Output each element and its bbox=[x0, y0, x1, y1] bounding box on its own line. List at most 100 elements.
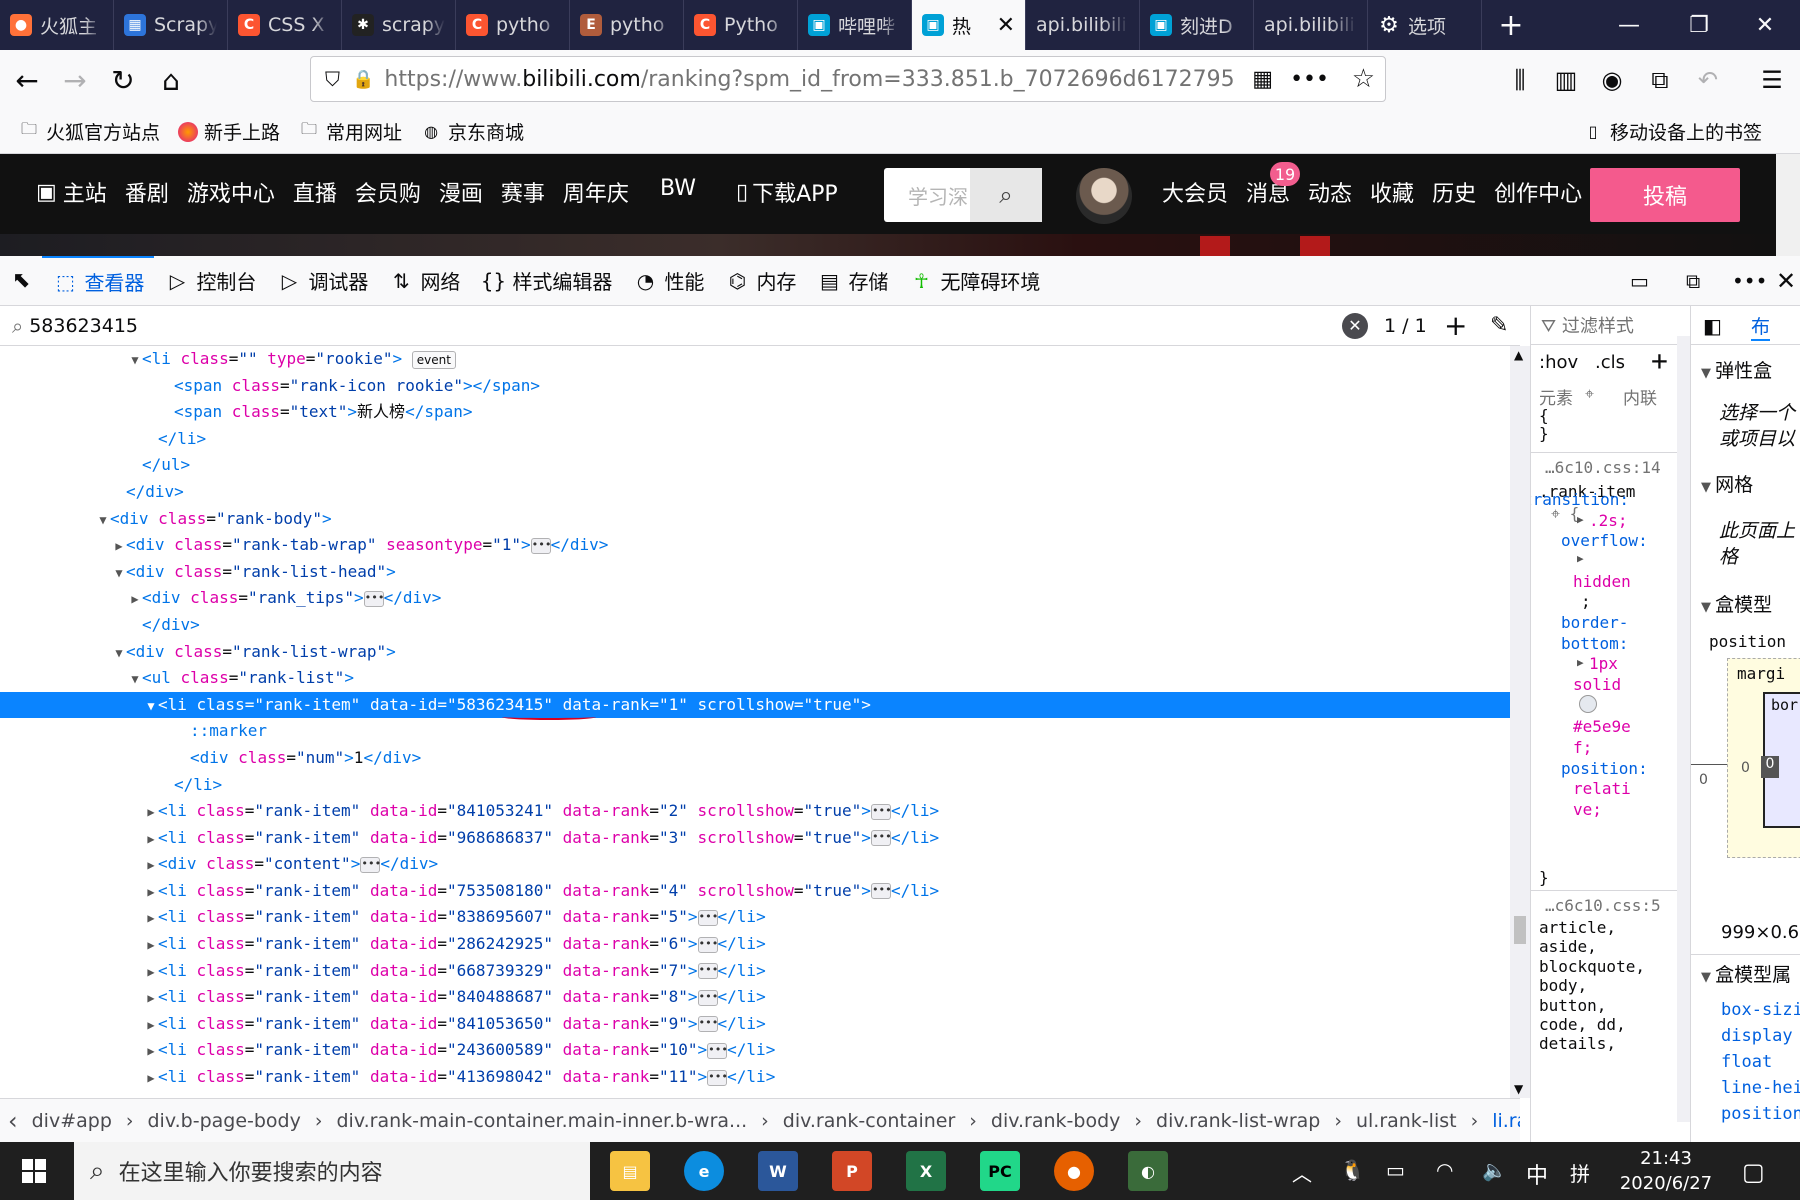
tab-layout[interactable]: 布 bbox=[1751, 312, 1771, 341]
tab-inspector[interactable]: ⬚ 查看器 bbox=[42, 255, 155, 306]
bookmark-star-icon[interactable]: ☆ bbox=[1352, 64, 1375, 94]
declaration-token[interactable]: border- bbox=[1561, 613, 1628, 632]
add-node-icon[interactable]: + bbox=[1444, 309, 1467, 342]
breadcrumb-item[interactable]: div.rank-list-wrap bbox=[1156, 1110, 1320, 1132]
url-text[interactable]: https://www.bilibili.com/ranking?spm_id_… bbox=[384, 67, 1234, 92]
markup-node[interactable]: <span class="text">新人榜</span> bbox=[0, 399, 1510, 426]
collapsed-children-icon[interactable]: ••• bbox=[697, 909, 718, 926]
library-icon[interactable]: ⫼ bbox=[1500, 60, 1540, 100]
tab-accessibility[interactable]: ☥ 无障碍环境 bbox=[898, 256, 1050, 306]
expand-value-icon[interactable]: ▶ bbox=[1577, 513, 1584, 526]
declaration-token[interactable]: overflow: bbox=[1561, 531, 1648, 550]
scroll-thumb[interactable] bbox=[1514, 916, 1526, 944]
expand-twisty-icon[interactable]: ▶ bbox=[144, 1012, 158, 1039]
tab-6[interactable]: C Pytho bbox=[684, 0, 798, 50]
tab-storage[interactable]: ▤ 存储 bbox=[806, 256, 898, 306]
markup-node[interactable]: ▶ <div class="rank_tips">•••</div> bbox=[0, 585, 1510, 612]
expand-twisty-icon[interactable]: ▶ bbox=[144, 985, 158, 1012]
element-picker-icon[interactable]: ⬉ bbox=[0, 256, 42, 306]
breadcrumb-item[interactable]: div.b-page-body bbox=[148, 1110, 301, 1132]
site-nav-item[interactable]: 主站 bbox=[63, 176, 107, 208]
rule-source-link[interactable]: …c6c10.css:5 bbox=[1545, 896, 1661, 915]
markup-node[interactable]: ▼ <ul class="rank-list"> bbox=[0, 665, 1510, 692]
scroll-down-icon[interactable]: ▼ bbox=[1514, 1082, 1523, 1096]
declaration-token[interactable]: solid bbox=[1573, 675, 1621, 694]
tab-11[interactable]: api.bilibili bbox=[1254, 0, 1368, 50]
breadcrumb-item[interactable]: div.rank-main-container.main-inner.b-wra… bbox=[336, 1110, 747, 1132]
collapsed-children-icon[interactable]: ••• bbox=[870, 803, 892, 820]
markup-node[interactable]: ▼ <li class="" type="rookie"> event bbox=[0, 346, 1510, 373]
clear-search-icon[interactable]: ✕ bbox=[1342, 312, 1368, 339]
restore-icon[interactable]: ❐ bbox=[1664, 0, 1734, 50]
tab-8[interactable]: ▣ 热 ✕ bbox=[912, 0, 1026, 50]
inspector-search-input[interactable] bbox=[29, 314, 1230, 337]
declaration-token[interactable]: hidden bbox=[1573, 572, 1631, 591]
split-console-icon[interactable]: ⧉ bbox=[1676, 256, 1710, 306]
markup-node[interactable]: </div> bbox=[0, 479, 1510, 506]
hov-toggle[interactable]: :hov bbox=[1539, 352, 1578, 373]
tab-console[interactable]: ▷ 控制台 bbox=[154, 256, 266, 306]
grid-section[interactable]: ▼ 网格 bbox=[1701, 470, 1753, 497]
box-props-section[interactable]: ▼ 盒模型属 bbox=[1701, 960, 1791, 987]
markup-node[interactable]: ▶ <div class="content">•••</div> bbox=[0, 851, 1510, 878]
breadcrumb-item[interactable]: div#app bbox=[32, 1110, 112, 1132]
powerpoint-icon[interactable]: P bbox=[832, 1151, 872, 1191]
breadcrumb-item[interactable]: li.rank-item bbox=[1492, 1110, 1520, 1132]
sidebar-icon[interactable]: ▥ bbox=[1546, 60, 1586, 100]
expand-value-icon[interactable]: ▶ bbox=[1577, 656, 1584, 669]
site-bw-link[interactable]: BW bbox=[660, 176, 714, 201]
rule-source-link[interactable]: …6c10.css:14 bbox=[1545, 458, 1661, 477]
mobile-bookmarks[interactable]: ▯ 移动设备上的书签 bbox=[1582, 118, 1762, 145]
expand-twisty-icon[interactable]: ▶ bbox=[144, 932, 158, 959]
expand-twisty-icon[interactable]: ▶ bbox=[144, 879, 158, 906]
tab-0[interactable]: ● 火狐主 bbox=[0, 0, 114, 50]
markup-node[interactable]: ▶ <li class="rank-item" data-id="24360058… bbox=[0, 1037, 1510, 1064]
boxmodel-position-value[interactable]: 0 bbox=[1699, 772, 1708, 788]
firefox-icon[interactable]: ● bbox=[1054, 1151, 1094, 1191]
declaration-token[interactable]: bottom: bbox=[1561, 634, 1628, 653]
markup-node[interactable]: ▶ <li class="rank-item" data-id="28624292… bbox=[0, 931, 1510, 958]
forward-icon[interactable]: → bbox=[54, 59, 96, 101]
declaration-token[interactable]: 1px bbox=[1589, 654, 1618, 673]
highlight-icon[interactable]: ⌖ bbox=[1585, 384, 1594, 404]
site-nav-item[interactable]: 番剧 bbox=[125, 176, 169, 208]
shield-icon[interactable]: ⛉ bbox=[325, 67, 340, 91]
collapse-twisty-icon[interactable]: ▼ bbox=[112, 560, 126, 587]
dock-icon[interactable]: ▭ bbox=[1620, 256, 1659, 306]
download-app-link[interactable]: ▯ 下载APP bbox=[736, 176, 856, 208]
collapse-twisty-icon[interactable]: ▼ bbox=[96, 507, 110, 534]
markup-tree[interactable]: ▼ <li class="" type="rookie"> event <span… bbox=[0, 346, 1510, 1098]
site-nav-item[interactable]: 漫画 bbox=[439, 176, 483, 208]
declaration-token[interactable]: ; bbox=[1581, 592, 1591, 611]
scroll-up-icon[interactable]: ▲ bbox=[1514, 348, 1523, 362]
collapsed-children-icon[interactable]: ••• bbox=[363, 590, 384, 607]
tab-2[interactable]: C CSS X bbox=[228, 0, 342, 50]
tab-memory[interactable]: ⌬ 内存 bbox=[714, 256, 806, 306]
selected-node[interactable]: ▼ <li class="rank-item" data-id="58362341… bbox=[0, 691, 1510, 721]
breadcrumb-item[interactable]: ul.rank-list bbox=[1356, 1110, 1457, 1132]
markup-node[interactable]: ▶ <li class="rank-item" data-id="84105365… bbox=[0, 1011, 1510, 1038]
tab-10[interactable]: ▣ 刻进D bbox=[1140, 0, 1254, 50]
url-bar[interactable]: ⛉ 🔒 https://www.bilibili.com/ranking?spm… bbox=[310, 56, 1386, 102]
tab-style-editor[interactable]: {} 样式编辑器 bbox=[470, 256, 622, 306]
markup-node[interactable]: ▶ <div class="rank-tab-wrap" seasontype="… bbox=[0, 532, 1510, 559]
avatar[interactable] bbox=[1076, 168, 1132, 224]
collapsed-children-icon[interactable]: ••• bbox=[697, 989, 718, 1006]
rules-scrollbar[interactable] bbox=[1677, 336, 1690, 1122]
declaration-token[interactable]: position: bbox=[1561, 759, 1648, 778]
markup-node[interactable]: ▼ <div class="rank-list-wrap"> bbox=[0, 639, 1510, 666]
site-nav-item[interactable]: 游戏中心 bbox=[187, 176, 275, 208]
collapsed-children-icon[interactable]: ••• bbox=[530, 537, 552, 554]
user-nav-item[interactable]: 动态 bbox=[1308, 176, 1352, 208]
page-scrollbar[interactable] bbox=[1776, 154, 1800, 256]
color-swatch[interactable] bbox=[1579, 695, 1597, 714]
notifications-icon[interactable]: ▢ bbox=[1742, 1158, 1765, 1186]
markup-node[interactable]: </li> bbox=[0, 426, 1510, 453]
flexbox-section[interactable]: ▼ 弹性盒 bbox=[1701, 356, 1772, 383]
tab-5[interactable]: Epytho bbox=[570, 0, 684, 50]
markup-node[interactable]: </ul> bbox=[0, 452, 1510, 479]
battery-icon[interactable]: ▭ bbox=[1386, 1158, 1405, 1182]
collapsed-children-icon[interactable]: ••• bbox=[697, 1016, 718, 1033]
site-nav-item[interactable]: 赛事 bbox=[501, 176, 545, 208]
tab-performance[interactable]: ◔ 性能 bbox=[622, 256, 714, 306]
